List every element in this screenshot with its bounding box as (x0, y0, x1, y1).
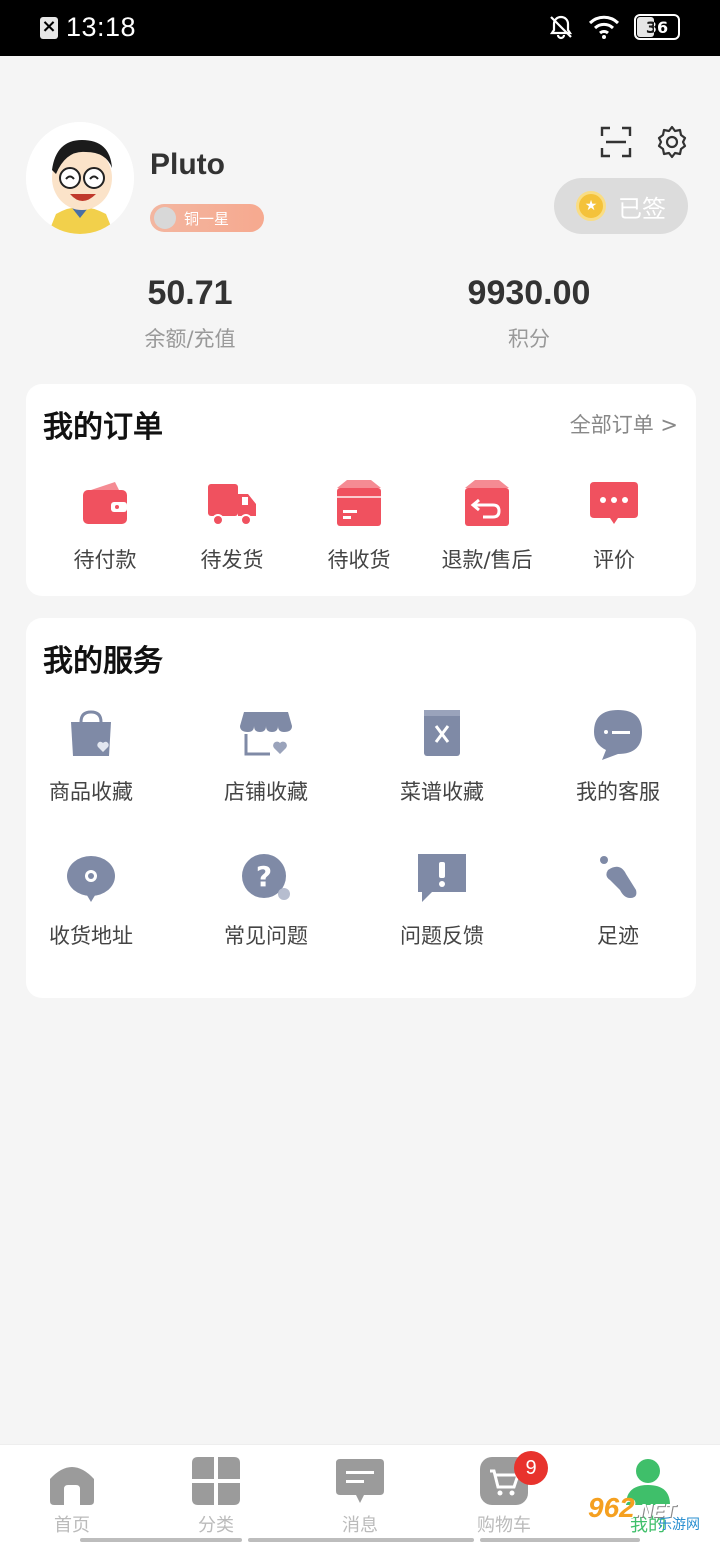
question-icon: ? (242, 854, 290, 900)
service-faq[interactable]: ? 常见问题 (201, 850, 331, 950)
category-icon (192, 1457, 240, 1505)
chat-icon (594, 710, 642, 760)
services-card: 我的服务 商品收藏 店铺收藏 菜谱收藏 我的客服 收货地址 ? 常见问题 问题反… (26, 618, 696, 998)
gear-icon[interactable] (654, 124, 690, 160)
avatar-cartoon-icon (26, 122, 134, 234)
balance-value: 50.71 (147, 274, 233, 312)
services-title: 我的服务 (43, 644, 163, 679)
tab-label: 首页 (54, 1515, 90, 1536)
service-store-favorites[interactable]: 店铺收藏 (201, 706, 331, 806)
bag-heart-icon (71, 710, 111, 756)
cart-badge: 9 (514, 1451, 548, 1485)
home-icon (50, 1467, 94, 1505)
tab-home[interactable]: 首页 (0, 1455, 144, 1537)
service-label: 商品收藏 (49, 780, 133, 804)
service-feedback[interactable]: 问题反馈 (377, 850, 507, 950)
watermark-sub: 乐游网 (658, 1517, 700, 1533)
box-icon (337, 480, 381, 526)
feedback-icon (418, 854, 466, 902)
all-orders-link[interactable]: 全部订单 > (570, 409, 678, 439)
avatar[interactable] (26, 122, 134, 234)
order-item-label: 待发货 (200, 548, 264, 572)
scan-icon[interactable] (600, 126, 632, 158)
store-heart-icon (240, 712, 292, 756)
wifi-icon (588, 15, 620, 39)
tab-message[interactable]: 消息 (288, 1455, 432, 1537)
order-review[interactable]: 评价 (549, 478, 679, 574)
notification-close-icon (40, 16, 58, 39)
truck-icon (208, 484, 256, 526)
balance-stat[interactable]: 50.71 余额/充值 (70, 274, 310, 353)
status-time: 13:18 (66, 12, 137, 42)
home-indicator (248, 1538, 474, 1542)
battery-icon: 36 (634, 14, 680, 40)
order-item-label: 评价 (593, 548, 635, 572)
order-pending-payment[interactable]: 待付款 (40, 478, 170, 574)
service-goods-favorites[interactable]: 商品收藏 (26, 706, 156, 806)
order-item-label: 待付款 (73, 548, 137, 572)
svg-text:?: ? (256, 860, 272, 893)
wallet-icon (83, 482, 127, 524)
points-stat[interactable]: 9930.00 积分 (409, 274, 649, 353)
site-watermark: 962.NET 乐游网 (582, 1490, 720, 1540)
return-icon (465, 480, 509, 526)
service-label: 问题反馈 (400, 924, 484, 948)
orders-title: 我的订单 (43, 410, 163, 445)
tab-label: 消息 (342, 1515, 378, 1536)
tab-category[interactable]: 分类 (144, 1455, 288, 1537)
balance-label: 余额/充值 (144, 327, 236, 351)
service-label: 足迹 (597, 924, 639, 948)
recipe-book-icon (424, 710, 460, 756)
order-pending-shipment[interactable]: 待发货 (167, 478, 297, 574)
service-customer-support[interactable]: 我的客服 (553, 706, 683, 806)
level-badge[interactable]: 铜一星 (150, 204, 264, 232)
order-item-label: 待收货 (327, 548, 391, 572)
points-label: 积分 (508, 327, 550, 351)
sign-in-button[interactable]: ★ 已签 (554, 178, 688, 234)
footprint-icon (600, 856, 637, 898)
home-indicator (80, 1538, 242, 1542)
order-refund[interactable]: 退款/售后 (422, 478, 552, 574)
service-label: 我的客服 (576, 780, 660, 804)
username: Pluto (150, 148, 225, 181)
service-label: 店铺收藏 (224, 780, 308, 804)
service-footprint[interactable]: 足迹 (553, 850, 683, 950)
tab-label: 购物车 (477, 1515, 531, 1536)
coin-icon: ★ (576, 191, 606, 221)
status-bar: 13:18 36 (0, 0, 720, 56)
points-value: 9930.00 (467, 274, 591, 312)
mute-bell-icon (549, 15, 573, 40)
tab-cart[interactable]: 9 购物车 (432, 1451, 576, 1537)
location-icon (67, 856, 115, 902)
order-item-label: 退款/售后 (441, 548, 533, 572)
comment-icon (590, 482, 638, 524)
service-shipping-address[interactable]: 收货地址 (26, 850, 156, 950)
service-label: 常见问题 (224, 924, 308, 948)
battery-level: 36 (645, 17, 669, 37)
tab-label: 分类 (198, 1515, 234, 1536)
level-icon (154, 207, 176, 229)
message-icon (336, 1459, 384, 1503)
service-label: 收货地址 (49, 924, 133, 948)
sign-in-label: 已签 (618, 194, 666, 223)
order-pending-receipt[interactable]: 待收货 (294, 478, 424, 574)
orders-card: 我的订单 全部订单 > 待付款 待发货 待收货 退款/售后 评价 (26, 384, 696, 596)
service-recipe-favorites[interactable]: 菜谱收藏 (377, 706, 507, 806)
service-label: 菜谱收藏 (400, 780, 484, 804)
level-label: 铜一星 (184, 209, 230, 228)
